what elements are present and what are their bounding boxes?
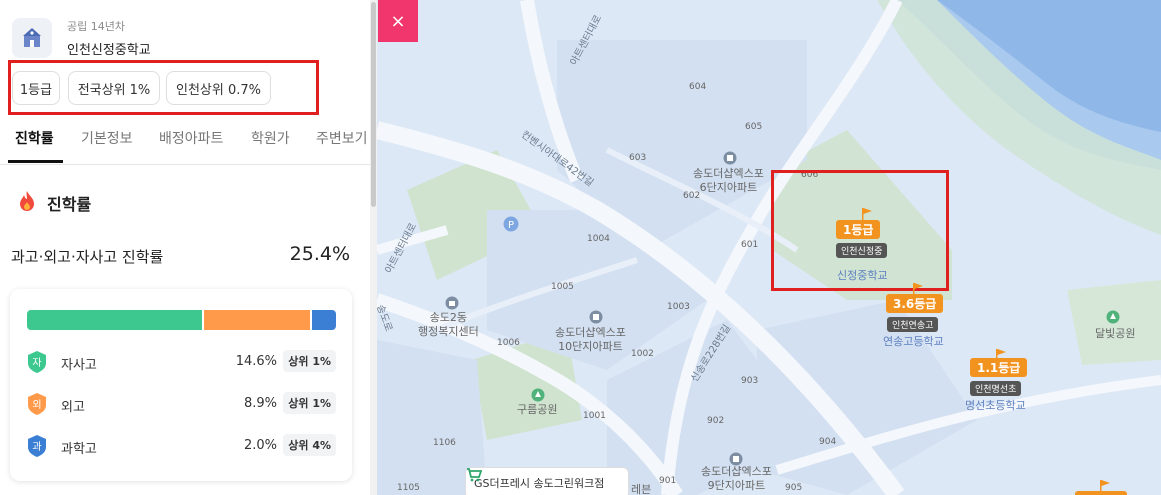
- school-subtitle: 공립 14년차: [67, 20, 125, 33]
- school-name-pin[interactable]: 인천연송고: [887, 317, 939, 332]
- highlight-box-tags: [8, 60, 319, 115]
- building-number: 601: [741, 240, 759, 250]
- building-number: 905: [785, 483, 803, 493]
- breakdown-row: 과 과학고 2.0% 상위 4%: [10, 432, 352, 462]
- building-number: 603: [629, 153, 647, 163]
- building-number: 904: [819, 437, 837, 447]
- bar-segment-jasago: [27, 310, 202, 330]
- place-label: 송도더샵엑스포 6단지아파트: [693, 167, 764, 194]
- fire-icon: [20, 191, 34, 211]
- place-label: 구름공원: [517, 403, 558, 416]
- row-label: 과학고: [61, 442, 97, 457]
- place-label: 레븐: [631, 483, 652, 495]
- building-number: 902: [707, 416, 725, 426]
- apartment-icon: [723, 151, 737, 165]
- school-building-icon: [12, 18, 52, 58]
- oego-badge-icon: 외: [28, 393, 46, 415]
- building-number: 1105: [397, 483, 420, 493]
- tab-admission-rate[interactable]: 진학률: [15, 128, 54, 148]
- building-number: 1004: [587, 234, 610, 244]
- breakdown-row: 외 외고 8.9% 상위 1%: [10, 390, 352, 420]
- building-number: 1005: [551, 282, 574, 292]
- svg-text:과: 과: [32, 441, 41, 453]
- row-rank-badge: 상위 1%: [283, 392, 336, 414]
- place-label: 달빛공원: [1095, 327, 1136, 340]
- government-office-icon: [445, 296, 459, 310]
- bar-segment-gwahakgo: [312, 310, 336, 330]
- panel-scrollbar[interactable]: [370, 0, 377, 495]
- store-name: GS더프레시 송도그린워크점: [474, 477, 605, 490]
- school-name-pin[interactable]: 인천명선초: [970, 381, 1022, 396]
- building-number: 1003: [667, 302, 690, 312]
- building-number: 903: [741, 376, 759, 386]
- school-info-panel: 공립 14년차 인천신정중학교 1등급 전국상위 1% 인천상위 0.7% 진학…: [0, 0, 370, 495]
- jasago-badge-icon: 자: [28, 351, 46, 373]
- place-label: 송도2동 행정복지센터: [418, 311, 479, 338]
- row-rank-badge: 상위 1%: [283, 350, 336, 372]
- building-number: 605: [745, 122, 763, 132]
- active-tab-indicator: [8, 160, 63, 163]
- svg-text:P: P: [508, 220, 514, 231]
- row-percent: 8.9%: [243, 396, 277, 411]
- tab-bar: 진학률 기본정보 배정아파트 학원가 주변보기: [0, 116, 370, 165]
- school-grade-pin-partial[interactable]: [1075, 491, 1127, 495]
- map-base: [377, 0, 1161, 495]
- apartment-icon: [589, 310, 603, 324]
- parking-icon: P: [503, 216, 519, 232]
- apartment-icon: [729, 452, 743, 466]
- shopping-cart-icon: [467, 468, 482, 482]
- tab-academies[interactable]: 학원가: [251, 128, 290, 148]
- place-label: 송도더샵엑스포 10단지아파트: [555, 326, 626, 353]
- row-label: 자사고: [61, 358, 97, 373]
- svg-text:외: 외: [32, 399, 41, 411]
- building-number: 604: [689, 82, 707, 92]
- row-percent: 2.0%: [243, 438, 277, 453]
- tab-basic-info[interactable]: 기본정보: [81, 128, 133, 148]
- breakdown-row: 자 자사고 14.6% 상위 1%: [10, 348, 352, 378]
- park-icon: [531, 388, 545, 402]
- breakdown-card: 자 자사고 14.6% 상위 1% 외 외고 8.9% 상위 1% 과 과학고 …: [10, 289, 352, 481]
- tab-surroundings[interactable]: 주변보기: [316, 128, 368, 148]
- metric-value: 25.4%: [289, 243, 350, 265]
- school-name: 인천신정중학교: [67, 43, 151, 58]
- scrollbar-thumb[interactable]: [371, 2, 376, 207]
- tab-assigned-apartments[interactable]: 배정아파트: [159, 128, 223, 148]
- close-map-button[interactable]: ×: [378, 0, 418, 42]
- building-number: 1006: [497, 338, 520, 348]
- school-label: 연송고등학교: [883, 335, 944, 348]
- gwahakgo-badge-icon: 과: [28, 435, 46, 457]
- section-title: 진학률: [47, 195, 92, 214]
- building-number: 901: [659, 476, 677, 486]
- building-number: 1002: [631, 349, 654, 359]
- row-label: 외고: [61, 400, 85, 415]
- bar-segment-oego: [204, 310, 310, 330]
- map-view[interactable]: × 아트센터대로 컨벤시아대로42번길 아트센터대로 송도로 신송로228번길 …: [377, 0, 1161, 495]
- highlight-box-school: [771, 170, 949, 291]
- row-rank-badge: 상위 4%: [283, 434, 336, 456]
- metric-label: 과고·외고·자사고 진학률: [11, 248, 164, 266]
- store-card[interactable]: GS더프레시 송도그린워크점: [465, 467, 629, 495]
- building-number: 1106: [433, 438, 456, 448]
- building-number: 1001: [583, 411, 606, 421]
- school-grade-pin[interactable]: 3.6등급: [886, 294, 944, 313]
- row-percent: 14.6%: [235, 354, 277, 369]
- place-label: 송도더샵엑스포 9단지아파트: [701, 465, 772, 492]
- park-icon: [1106, 310, 1120, 324]
- school-grade-pin[interactable]: 1.1등급: [970, 358, 1028, 377]
- school-label: 명선초등학교: [965, 399, 1026, 412]
- svg-text:자: 자: [32, 357, 41, 369]
